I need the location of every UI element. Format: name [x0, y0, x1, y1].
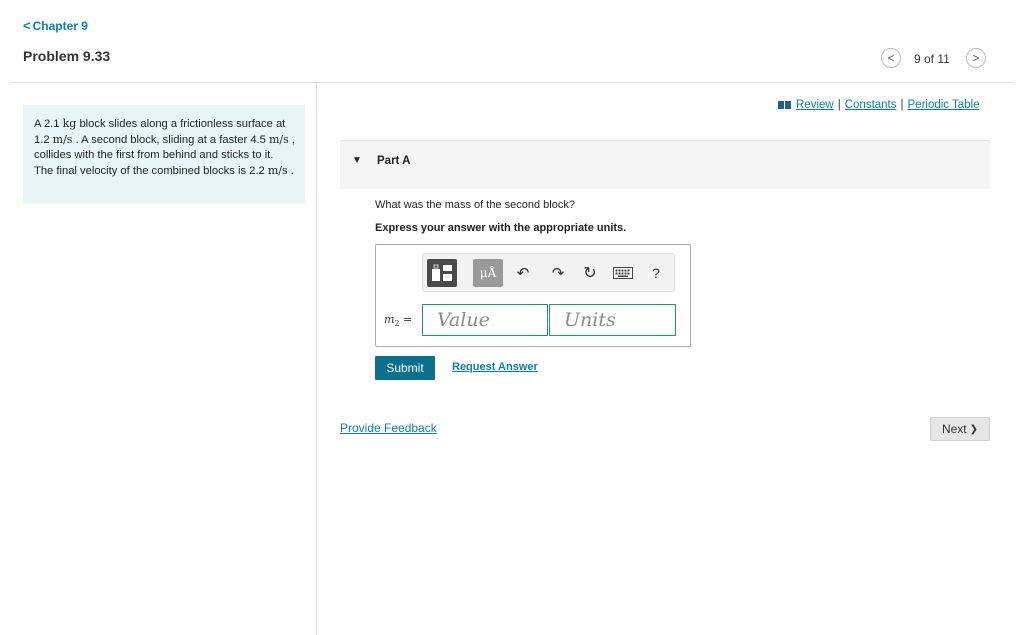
header-divider — [12, 82, 1012, 83]
undo-button[interactable]: ↶ — [513, 263, 533, 283]
book-icon — [778, 101, 791, 109]
pane-divider — [316, 83, 317, 635]
unit-kg: kg — [62, 117, 77, 130]
question-text: What was the mass of the second block? — [375, 199, 575, 211]
chevron-left-icon: < — [23, 18, 31, 33]
symbols-button[interactable]: μÅ — [473, 259, 503, 287]
part-a-header[interactable] — [340, 141, 990, 189]
chevron-right-icon: > — [972, 51, 980, 65]
provide-feedback-link[interactable]: Provide Feedback — [340, 421, 437, 435]
symbols-icon: μÅ — [479, 266, 497, 280]
value-input[interactable] — [422, 304, 548, 336]
chapter-label: Chapter 9 — [32, 18, 88, 33]
unit-mps: m/s — [267, 164, 288, 177]
submit-button[interactable]: Submit — [375, 356, 435, 380]
keyboard-button[interactable] — [613, 266, 633, 280]
link-separator: | — [837, 99, 841, 111]
variable-symbol: m — [384, 313, 395, 326]
keyboard-icon — [613, 267, 633, 279]
units-input[interactable] — [549, 304, 676, 336]
next-problem-button[interactable]: > — [966, 48, 986, 68]
undo-icon: ↶ — [516, 265, 530, 282]
previous-problem-button[interactable]: < — [881, 48, 901, 68]
constants-link[interactable]: Constants — [845, 99, 897, 111]
page-title: Problem 9.33 — [23, 48, 111, 64]
chapter-back-link[interactable]: < Chapter 9 — [23, 18, 88, 33]
unit-mps: m/s — [269, 133, 289, 146]
review-link[interactable]: Review — [796, 99, 834, 111]
request-answer-link[interactable]: Request Answer — [452, 361, 538, 373]
redo-icon: ↷ — [551, 265, 565, 282]
reset-button[interactable]: ↻ — [580, 263, 600, 283]
variable-label: m2 = — [384, 313, 412, 328]
next-button[interactable]: Next ❯ — [930, 417, 990, 441]
equals-sign: = — [399, 313, 413, 326]
chevron-left-icon: < — [887, 51, 895, 65]
problem-statement: A 2.1 kg block slides along a frictionle… — [23, 105, 305, 203]
redo-button[interactable]: ↷ — [548, 263, 568, 283]
instruction-text: Express your answer with the appropriate… — [375, 222, 627, 234]
part-a-title[interactable]: Part A — [377, 155, 410, 167]
link-separator: | — [900, 99, 904, 111]
chevron-right-icon: ❯ — [969, 423, 979, 435]
pager-indicator: 9 of 11 — [914, 52, 950, 66]
problem-text-1: A 2.1 — [34, 118, 63, 130]
problem-text-5: . — [287, 165, 294, 177]
templates-button[interactable] — [427, 259, 457, 287]
resource-links: Review | Constants | Periodic Table — [778, 99, 980, 111]
problem-text-3: . A second block, sliding at a faster 4.… — [72, 134, 269, 146]
help-icon: ? — [652, 265, 660, 281]
next-label: Next — [941, 422, 967, 436]
help-button[interactable]: ? — [648, 263, 664, 283]
templates-icon — [432, 264, 452, 281]
unit-mps: m/s — [52, 133, 73, 146]
collapse-caret-icon[interactable]: ▼ — [352, 155, 362, 166]
periodic-table-link[interactable]: Periodic Table — [908, 99, 980, 111]
reset-icon: ↻ — [583, 265, 597, 282]
